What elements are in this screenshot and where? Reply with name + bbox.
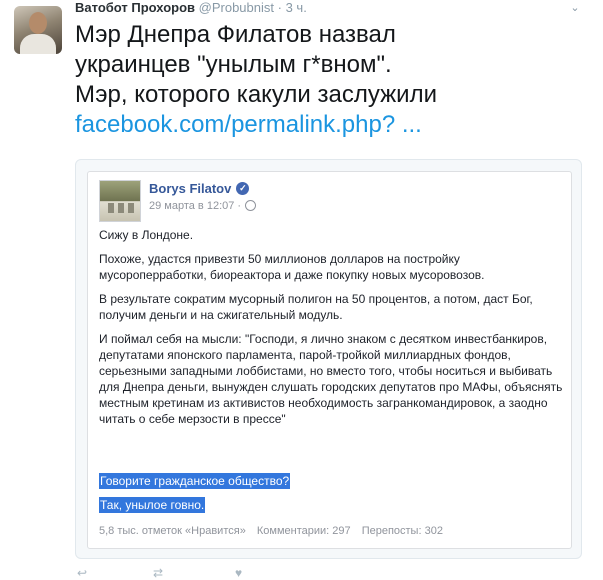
fb-post-date: 29 марта в 12:07 · bbox=[149, 199, 257, 213]
like-icon[interactable]: ♥ bbox=[235, 567, 242, 579]
fb-likes-count: 5,8 тыс. отметок «Нравится» bbox=[99, 525, 246, 537]
fb-paragraph: В результате сократим мусорный полигон н… bbox=[99, 292, 533, 322]
globe-icon bbox=[245, 199, 257, 211]
fb-post-body: Сижу в Лондоне. Похоже, удастся привезти… bbox=[99, 227, 564, 435]
fb-comments-count: Комментарии: 297 bbox=[256, 525, 351, 537]
fb-highlight-line: Говорите гражданское общество? bbox=[99, 473, 291, 489]
author-handle[interactable]: @Probubnist bbox=[199, 0, 274, 15]
avatar-window-shape bbox=[118, 203, 124, 213]
fb-shares-count: Перепосты: 302 bbox=[361, 525, 443, 537]
facebook-post: Borys Filatov ✓ 29 марта в 12:07 · Сижу в… bbox=[87, 171, 572, 549]
fb-highlight-line: Так, унылое говно. bbox=[99, 497, 206, 513]
fb-post-stats: 5,8 тыс. отметок «Нравится» Комментарии:… bbox=[99, 524, 451, 538]
fb-author-name-text: Borys Filatov bbox=[149, 181, 232, 196]
author-name[interactable]: Ватобот Прохоров bbox=[75, 0, 195, 15]
fb-post-date-text: 29 марта в 12:07 · bbox=[149, 200, 242, 212]
fb-highlighted-text: Так, унылое говно. bbox=[99, 497, 206, 513]
fb-author-name: Borys Filatov ✓ bbox=[149, 181, 250, 197]
tweet-text-line: Мэр, которого какули заслужили bbox=[75, 81, 437, 108]
fb-author-avatar bbox=[99, 180, 141, 222]
fb-paragraph: Похоже, удастся привезти 50 миллионов до… bbox=[99, 252, 485, 282]
avatar-window-shape bbox=[108, 203, 114, 213]
header-separator: · bbox=[277, 0, 282, 15]
tweet-header: Ватобот Прохоров @Probubnist · 3 ч. bbox=[75, 0, 307, 18]
retweet-icon[interactable]: ⇄ bbox=[153, 567, 163, 579]
tweet-text-line: украинцев "унылым г*вном". bbox=[75, 51, 392, 78]
avatar-head bbox=[29, 12, 47, 34]
tweet-text-line: Мэр Днепра Филатов назвал bbox=[75, 21, 396, 48]
chevron-down-icon[interactable]: ⌄ bbox=[568, 2, 582, 14]
avatar-body bbox=[20, 34, 56, 54]
avatar-window-shape bbox=[128, 203, 134, 213]
embedded-screenshot-card[interactable]: Borys Filatov ✓ 29 марта в 12:07 · Сижу в… bbox=[75, 159, 582, 559]
author-avatar[interactable] bbox=[14, 6, 62, 54]
tweet-text: Мэр Днепра Филатов назвал украинцев "уны… bbox=[75, 20, 590, 140]
tweet-time[interactable]: 3 ч. bbox=[286, 0, 307, 15]
verified-check-icon: ✓ bbox=[236, 182, 250, 196]
fb-paragraph: И поймал себя на мысли: "Господи, я личн… bbox=[99, 332, 563, 426]
tweet-link[interactable]: facebook.com/permalink.php? ... bbox=[75, 110, 590, 140]
tweet-actions: ↩ ⇄ ♥ bbox=[75, 567, 375, 579]
reply-icon[interactable]: ↩ bbox=[77, 567, 87, 579]
fb-paragraph: Сижу в Лондоне. bbox=[99, 228, 194, 242]
fb-highlighted-text: Говорите гражданское общество? bbox=[99, 473, 291, 489]
